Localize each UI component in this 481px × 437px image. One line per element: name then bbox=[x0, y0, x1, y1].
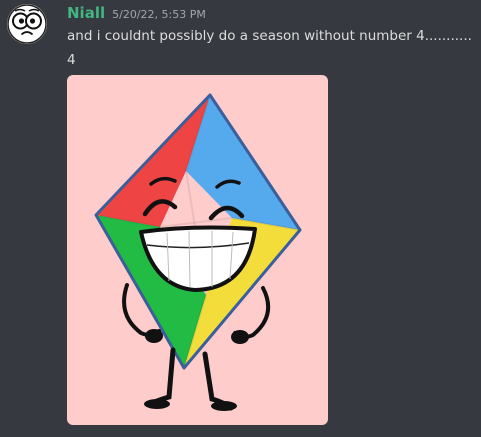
image-attachment[interactable] bbox=[67, 75, 328, 425]
message-header: Niall 5/20/22, 5:53 PM bbox=[67, 4, 206, 24]
cartoon-face-avatar-icon bbox=[7, 4, 47, 44]
username[interactable]: Niall bbox=[67, 4, 105, 22]
chat-message: Niall 5/20/22, 5:53 PM and i couldnt pos… bbox=[0, 0, 481, 437]
user-avatar[interactable] bbox=[7, 4, 47, 44]
kite-character-image bbox=[94, 93, 302, 411]
message-text-line: and i couldnt possibly do a season witho… bbox=[67, 28, 472, 44]
message-text-line: 4 bbox=[67, 52, 76, 68]
message-timestamp: 5/20/22, 5:53 PM bbox=[112, 8, 206, 21]
